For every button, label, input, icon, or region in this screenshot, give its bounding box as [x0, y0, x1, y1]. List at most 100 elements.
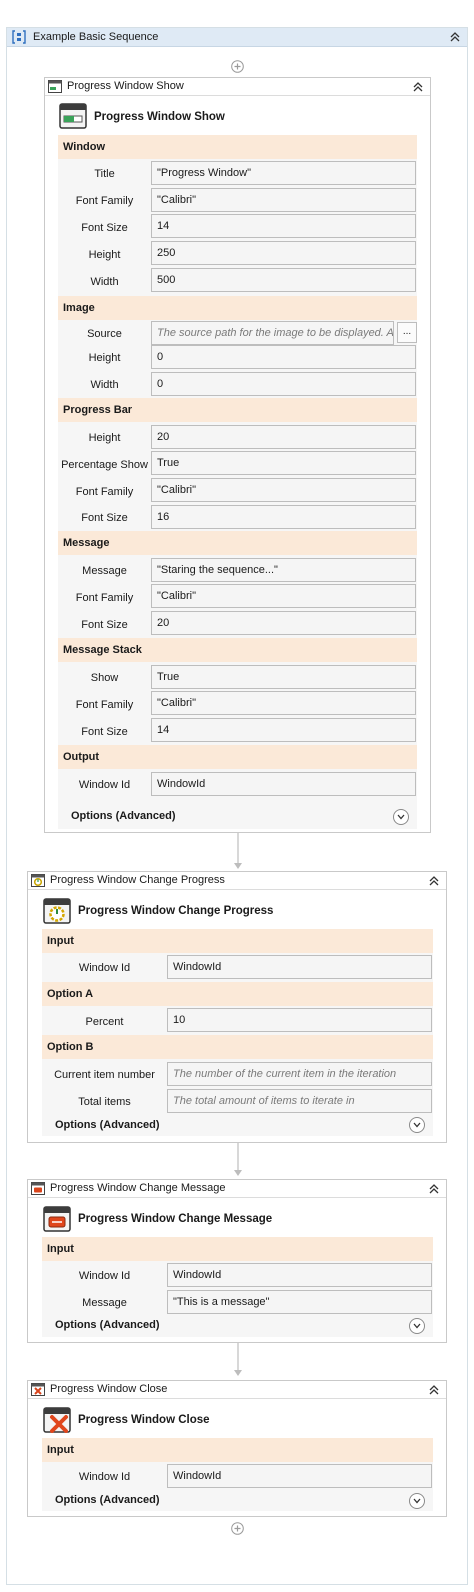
section-output: Output — [58, 745, 417, 769]
message-font-size-field[interactable]: 20 — [151, 611, 416, 635]
browse-button[interactable]: ... — [397, 322, 417, 343]
window-id-field[interactable]: WindowId — [167, 1263, 432, 1287]
source-field[interactable]: The source path for the image to be disp… — [151, 321, 394, 345]
activity-header-title: Progress Window Change Progress — [50, 874, 225, 886]
activity-header-title: Progress Window Change Message — [50, 1182, 226, 1194]
percent-field[interactable]: 10 — [167, 1008, 432, 1032]
window-show-icon — [59, 103, 87, 129]
total-items-label: Total items — [78, 1096, 131, 1108]
section-option-b: Option B — [42, 1035, 433, 1059]
width-field[interactable]: 500 — [151, 268, 416, 292]
properties-panel: Input Window Id WindowId Options (Advanc… — [42, 1438, 433, 1511]
flow-arrow-icon — [234, 1343, 242, 1376]
expand-options-button[interactable] — [409, 1318, 425, 1334]
section-image: Image — [58, 296, 417, 320]
stack-show-label: Show — [90, 672, 119, 684]
activity-title: Progress Window Change Message — [78, 1213, 273, 1225]
window-id-label: Window Id — [78, 962, 131, 974]
bar-font-size-field[interactable]: 16 — [151, 505, 416, 529]
stack-font-family-label: Font Family — [75, 699, 134, 711]
message-field[interactable]: "Staring the sequence..." — [151, 558, 416, 582]
bar-font-family-label: Font Family — [75, 486, 134, 498]
stack-font-family-field[interactable]: "Calibri" — [151, 691, 416, 715]
activity-header[interactable]: Progress Window Change Message — [28, 1180, 446, 1198]
collapse-icon[interactable] — [428, 1383, 440, 1397]
collapse-icon[interactable] — [412, 80, 424, 94]
source-label: Source — [87, 328, 122, 340]
window-close-icon — [43, 1407, 71, 1433]
activity-progress-window-change-message[interactable]: Progress Window Change Message Progress … — [27, 1179, 447, 1343]
percentage-show-field[interactable]: True — [151, 451, 416, 475]
chevron-down-icon — [413, 1498, 421, 1504]
activity-title: Progress Window Show — [94, 111, 225, 123]
title-field[interactable]: "Progress Window" — [151, 161, 416, 185]
message-font-size-label: Font Size — [81, 619, 128, 631]
collapse-icon[interactable] — [449, 30, 461, 44]
activity-title: Progress Window Change Progress — [78, 905, 274, 917]
activity-title: Progress Window Close — [78, 1414, 210, 1426]
activity-progress-window-close[interactable]: Progress Window Close Progress Window Cl… — [27, 1380, 447, 1517]
height-field[interactable]: 250 — [151, 241, 416, 265]
window-id-field[interactable]: WindowId — [167, 1464, 432, 1488]
options-advanced-label: Options (Advanced) — [55, 1119, 160, 1131]
window-show-icon — [48, 80, 62, 93]
sequence-header[interactable]: Example Basic Sequence — [7, 28, 467, 47]
activity-progress-window-show[interactable]: Progress Window Show Progress Window Sho… — [44, 77, 431, 833]
font-size-field[interactable]: 14 — [151, 214, 416, 238]
stack-font-size-field[interactable]: 14 — [151, 718, 416, 742]
message-label: Message — [82, 1297, 127, 1309]
add-activity-icon[interactable] — [231, 60, 244, 73]
section-message-stack: Message Stack — [58, 638, 417, 662]
window-id-field[interactable]: WindowId — [151, 772, 416, 796]
bar-font-size-label: Font Size — [81, 512, 128, 524]
properties-panel: Input Window Id WindowId Option A Percen… — [42, 929, 433, 1136]
chevron-down-icon — [397, 814, 405, 820]
window-id-label: Window Id — [78, 1471, 131, 1483]
options-advanced-label: Options (Advanced) — [55, 1494, 160, 1506]
bar-font-family-field[interactable]: "Calibri" — [151, 478, 416, 502]
change-progress-icon — [43, 898, 71, 924]
bar-height-field[interactable]: 20 — [151, 425, 416, 449]
expand-options-button[interactable] — [409, 1117, 425, 1133]
properties-panel: Window Title "Progress Window" Font Fami… — [58, 135, 417, 829]
collapse-icon[interactable] — [428, 1182, 440, 1196]
activity-header[interactable]: Progress Window Close — [28, 1381, 446, 1399]
image-width-label: Width — [90, 379, 119, 391]
window-id-label: Window Id — [78, 779, 131, 791]
section-progress-bar: Progress Bar — [58, 398, 417, 422]
activity-header[interactable]: Progress Window Show — [45, 78, 430, 96]
message-field[interactable]: "This is a message" — [167, 1290, 432, 1314]
image-height-label: Height — [88, 352, 121, 364]
activity-header-title: Progress Window Show — [67, 80, 184, 92]
section-option-a: Option A — [42, 982, 433, 1006]
window-id-field[interactable]: WindowId — [167, 955, 432, 979]
width-label: Width — [90, 276, 119, 288]
current-item-label: Current item number — [54, 1069, 155, 1081]
font-family-label: Font Family — [75, 195, 134, 207]
message-font-family-field[interactable]: "Calibri" — [151, 584, 416, 608]
expand-options-button[interactable] — [393, 809, 409, 825]
properties-panel: Input Window Id WindowId Message "This i… — [42, 1237, 433, 1337]
change-message-icon — [31, 1182, 45, 1195]
total-items-field[interactable]: The total amount of items to iterate in — [167, 1089, 432, 1113]
font-family-field[interactable]: "Calibri" — [151, 188, 416, 212]
window-close-icon — [31, 1383, 45, 1396]
stack-show-field[interactable]: True — [151, 665, 416, 689]
options-advanced-label: Options (Advanced) — [55, 1319, 160, 1331]
expand-options-button[interactable] — [409, 1493, 425, 1509]
percentage-show-label: Percentage Show — [61, 459, 148, 471]
add-activity-icon[interactable] — [231, 1522, 244, 1535]
image-width-field[interactable]: 0 — [151, 372, 416, 396]
chevron-down-icon — [413, 1323, 421, 1329]
sequence-title: Example Basic Sequence — [33, 31, 159, 43]
flow-arrow-icon — [234, 833, 242, 869]
activity-header[interactable]: Progress Window Change Progress — [28, 872, 446, 890]
image-height-field[interactable]: 0 — [151, 345, 416, 369]
collapse-icon[interactable] — [428, 874, 440, 888]
stack-font-size-label: Font Size — [81, 726, 128, 738]
message-label: Message — [82, 565, 127, 577]
current-item-field[interactable]: The number of the current item in the it… — [167, 1062, 432, 1086]
activity-progress-window-change-progress[interactable]: Progress Window Change Progress Progress… — [27, 871, 447, 1143]
title-label: Title — [94, 168, 115, 180]
window-id-label: Window Id — [78, 1270, 131, 1282]
